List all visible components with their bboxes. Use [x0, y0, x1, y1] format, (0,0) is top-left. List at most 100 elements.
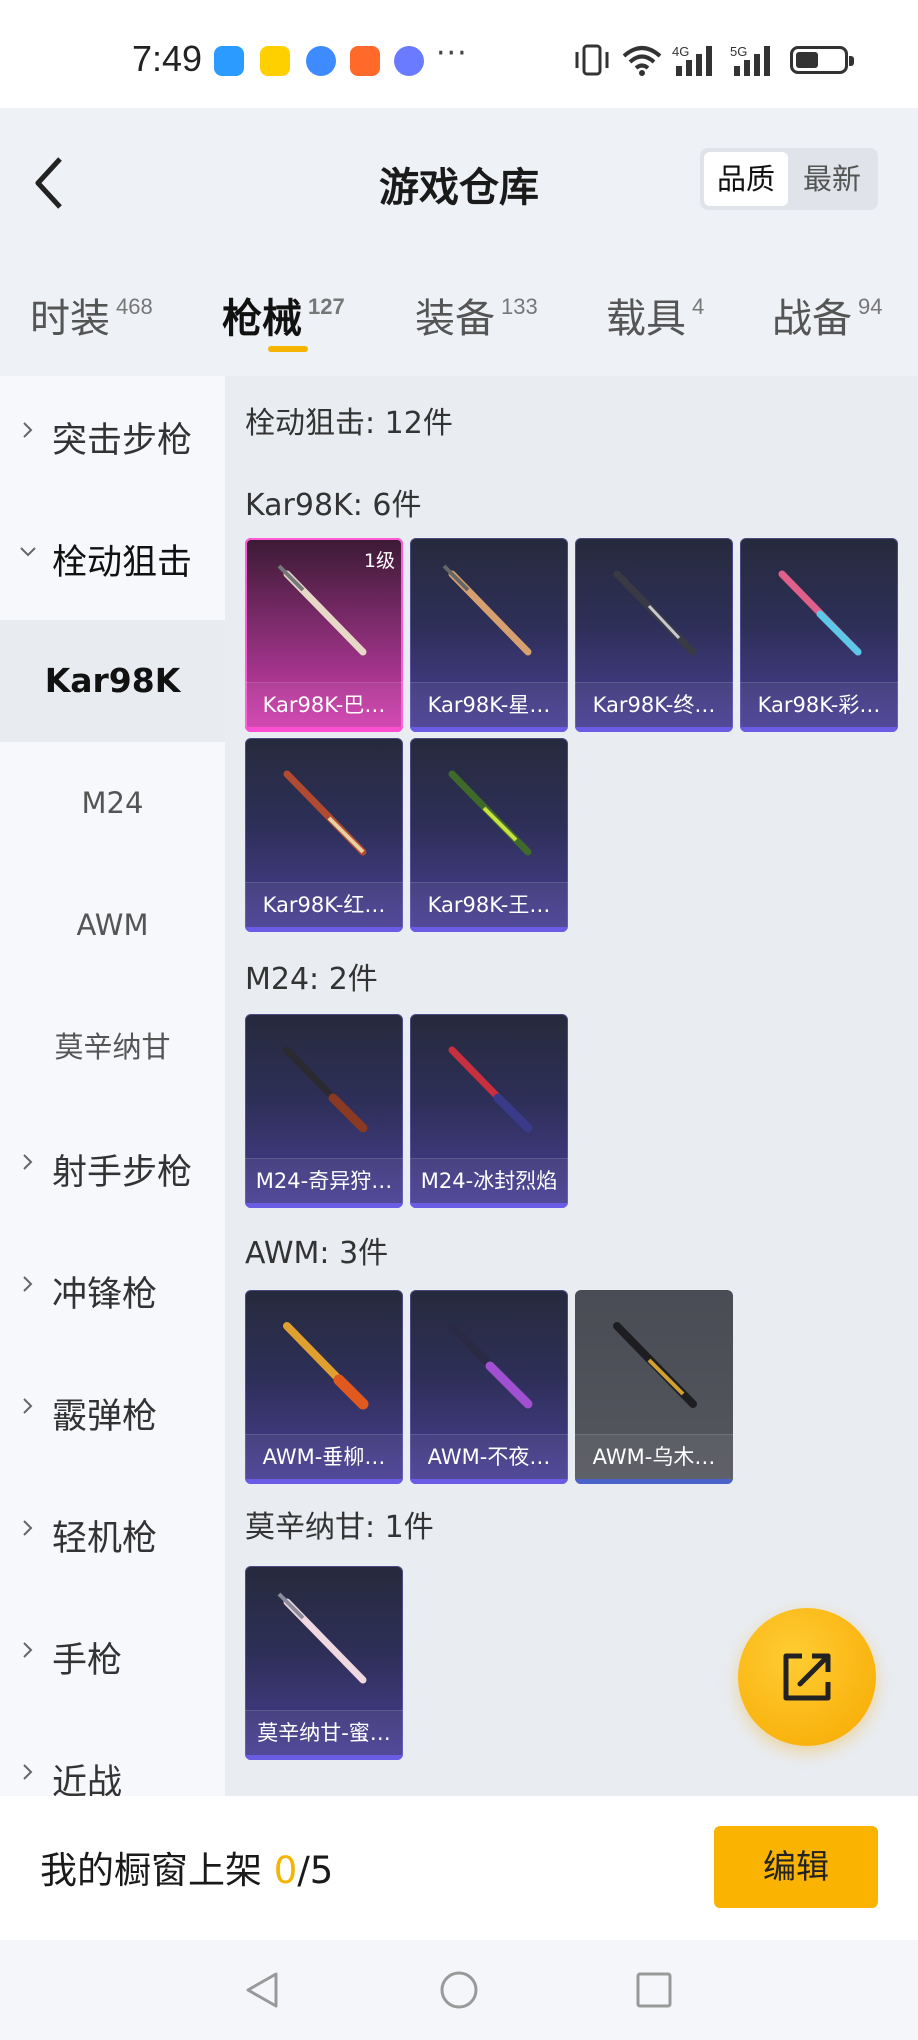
showcase-total: /5	[297, 1849, 334, 1892]
tab-count: 468	[116, 294, 153, 319]
tab-count: 94	[858, 294, 883, 319]
sort-option-quality[interactable]: 品质	[704, 152, 788, 206]
nav-back-icon[interactable]	[240, 1968, 284, 2012]
edit-button[interactable]: 编辑	[714, 1826, 878, 1908]
active-tab-indicator	[268, 346, 308, 352]
item-name: Kar98K-王…	[410, 882, 568, 927]
group-title: AWM: 3件	[245, 1236, 389, 1271]
rarity-bar	[410, 927, 568, 932]
chevron-right-icon	[23, 1154, 33, 1170]
rifle-icon	[442, 564, 532, 656]
item-card[interactable]: M24-冰封烈焰	[410, 1014, 568, 1208]
sidebar-item-assault-rifle[interactable]: 突击步枪	[0, 376, 225, 498]
chevron-right-icon	[23, 1764, 33, 1780]
group-title: M24: 2件	[245, 962, 378, 997]
sidebar-item-label: 冲锋枪	[52, 1275, 158, 1315]
showcase-bar: 我的橱窗上架 0/5 编辑	[0, 1796, 918, 1940]
item-name: 莫辛纳甘-蜜…	[245, 1710, 403, 1755]
item-name: Kar98K-终…	[575, 682, 733, 727]
game-app-icon	[260, 46, 290, 76]
rarity-bar	[575, 727, 733, 732]
tab-supplies[interactable]: 战备 94	[772, 286, 882, 344]
item-card[interactable]: Kar98K-王…	[410, 738, 568, 932]
item-card[interactable]: 莫辛纳甘-蜜…	[245, 1566, 403, 1760]
tab-fashion[interactable]: 时装 468	[30, 286, 153, 344]
rarity-bar	[245, 1479, 403, 1484]
share-button[interactable]	[738, 1608, 876, 1746]
tab-equipment[interactable]: 装备 133	[415, 286, 538, 344]
nav-recents-icon[interactable]	[632, 1968, 676, 2012]
item-card[interactable]: 1级 Kar98K-巴…	[245, 538, 403, 732]
sidebar-item-lmg[interactable]: 轻机枪	[0, 1474, 225, 1596]
tab-count: 133	[501, 294, 538, 319]
item-card[interactable]: AWM-垂柳…	[245, 1290, 403, 1484]
rarity-bar	[245, 1755, 403, 1760]
rifle-icon	[448, 1322, 533, 1409]
item-name: Kar98K-彩…	[740, 682, 898, 727]
network-label-2: 5G	[730, 44, 747, 59]
rifle-icon	[283, 1322, 369, 1410]
sidebar-subitem-awm[interactable]: AWM	[0, 864, 225, 986]
browser-app-icon	[306, 46, 336, 76]
network-label-1: 4G	[672, 44, 689, 59]
tab-label: 时装	[30, 296, 110, 342]
item-card[interactable]: AWM-不夜…	[410, 1290, 568, 1484]
showcase-count: 0	[273, 1849, 298, 1892]
sidebar-item-label: 射手步枪	[52, 1153, 193, 1193]
sidebar-item-shotgun[interactable]: 霰弹枪	[0, 1352, 225, 1474]
item-card[interactable]: Kar98K-红…	[245, 738, 403, 932]
item-card[interactable]: Kar98K-星…	[410, 538, 568, 732]
tab-label: 装备	[415, 296, 495, 342]
item-card[interactable]: Kar98K-终…	[575, 538, 733, 732]
item-card[interactable]: M24-奇异狩…	[245, 1014, 403, 1208]
sidebar-subitem-m24[interactable]: M24	[0, 742, 225, 864]
sidebar-subitem-kar98k[interactable]: Kar98K	[0, 620, 225, 742]
rarity-bar	[245, 727, 403, 732]
item-card[interactable]: AWM-乌木…	[575, 1290, 733, 1484]
item-card[interactable]: Kar98K-彩…	[740, 538, 898, 732]
item-grid-area[interactable]: 栓动狙击: 12件 Kar98K: 6件 1级 Kar98K-巴… Kar98K…	[225, 376, 918, 1796]
rifle-icon	[448, 770, 532, 856]
tab-count: 127	[308, 294, 345, 319]
sidebar-subitem-mosin[interactable]: 莫辛纳甘	[0, 986, 225, 1108]
sidebar-item-smg[interactable]: 冲锋枪	[0, 1230, 225, 1352]
rarity-bar	[740, 727, 898, 732]
battery-icon	[790, 46, 854, 74]
wifi-icon	[622, 46, 662, 76]
message-app-icon	[214, 46, 244, 76]
system-nav-bar	[0, 1940, 918, 2040]
sidebar-item-melee[interactable]: 近战	[0, 1718, 225, 1796]
sidebar-item-label: 近战	[52, 1763, 123, 1796]
category-tabs: 时装 468 枪械 127 装备 133 载具 4 战备 94	[0, 258, 918, 376]
signal-4g-icon: 4G	[672, 44, 712, 76]
nav-home-icon[interactable]	[437, 1968, 481, 2012]
sort-toggle: 品质 最新	[700, 148, 878, 210]
share-icon	[783, 1653, 831, 1701]
rifle-icon	[613, 570, 697, 656]
rifle-icon	[283, 1046, 368, 1133]
rifle-icon	[283, 770, 367, 856]
item-name: M24-奇异狩…	[245, 1158, 403, 1203]
showcase-label: 我的橱窗上架	[40, 1849, 262, 1892]
rarity-bar	[410, 1479, 568, 1484]
group-title: 莫辛纳甘: 1件	[245, 1510, 434, 1545]
sort-option-newest[interactable]: 最新	[790, 152, 874, 206]
showcase-status: 我的橱窗上架 0/5	[40, 1840, 333, 1894]
sidebar-item-label: 霰弹枪	[52, 1397, 158, 1437]
rifle-icon	[613, 1322, 697, 1408]
item-name: AWM-不夜…	[410, 1434, 568, 1479]
sidebar-item-pistol[interactable]: 手枪	[0, 1596, 225, 1718]
more-notifications: ···	[436, 36, 468, 71]
tab-label: 战备	[772, 296, 852, 342]
tab-vehicles[interactable]: 载具 4	[606, 286, 704, 344]
tab-guns[interactable]: 枪械 127	[222, 286, 345, 344]
item-name: Kar98K-红…	[245, 882, 403, 927]
music-app-icon	[394, 46, 424, 76]
clock: 7:49	[132, 38, 203, 79]
signal-5g-icon: 5G	[730, 44, 770, 76]
item-name: Kar98K-星…	[410, 682, 568, 727]
sidebar-item-marksman-rifle[interactable]: 射手步枪	[0, 1108, 225, 1230]
group-title: Kar98K: 6件	[245, 488, 422, 523]
sidebar-item-bolt-sniper[interactable]: 栓动狙击	[0, 498, 225, 620]
tab-count: 4	[692, 294, 705, 319]
